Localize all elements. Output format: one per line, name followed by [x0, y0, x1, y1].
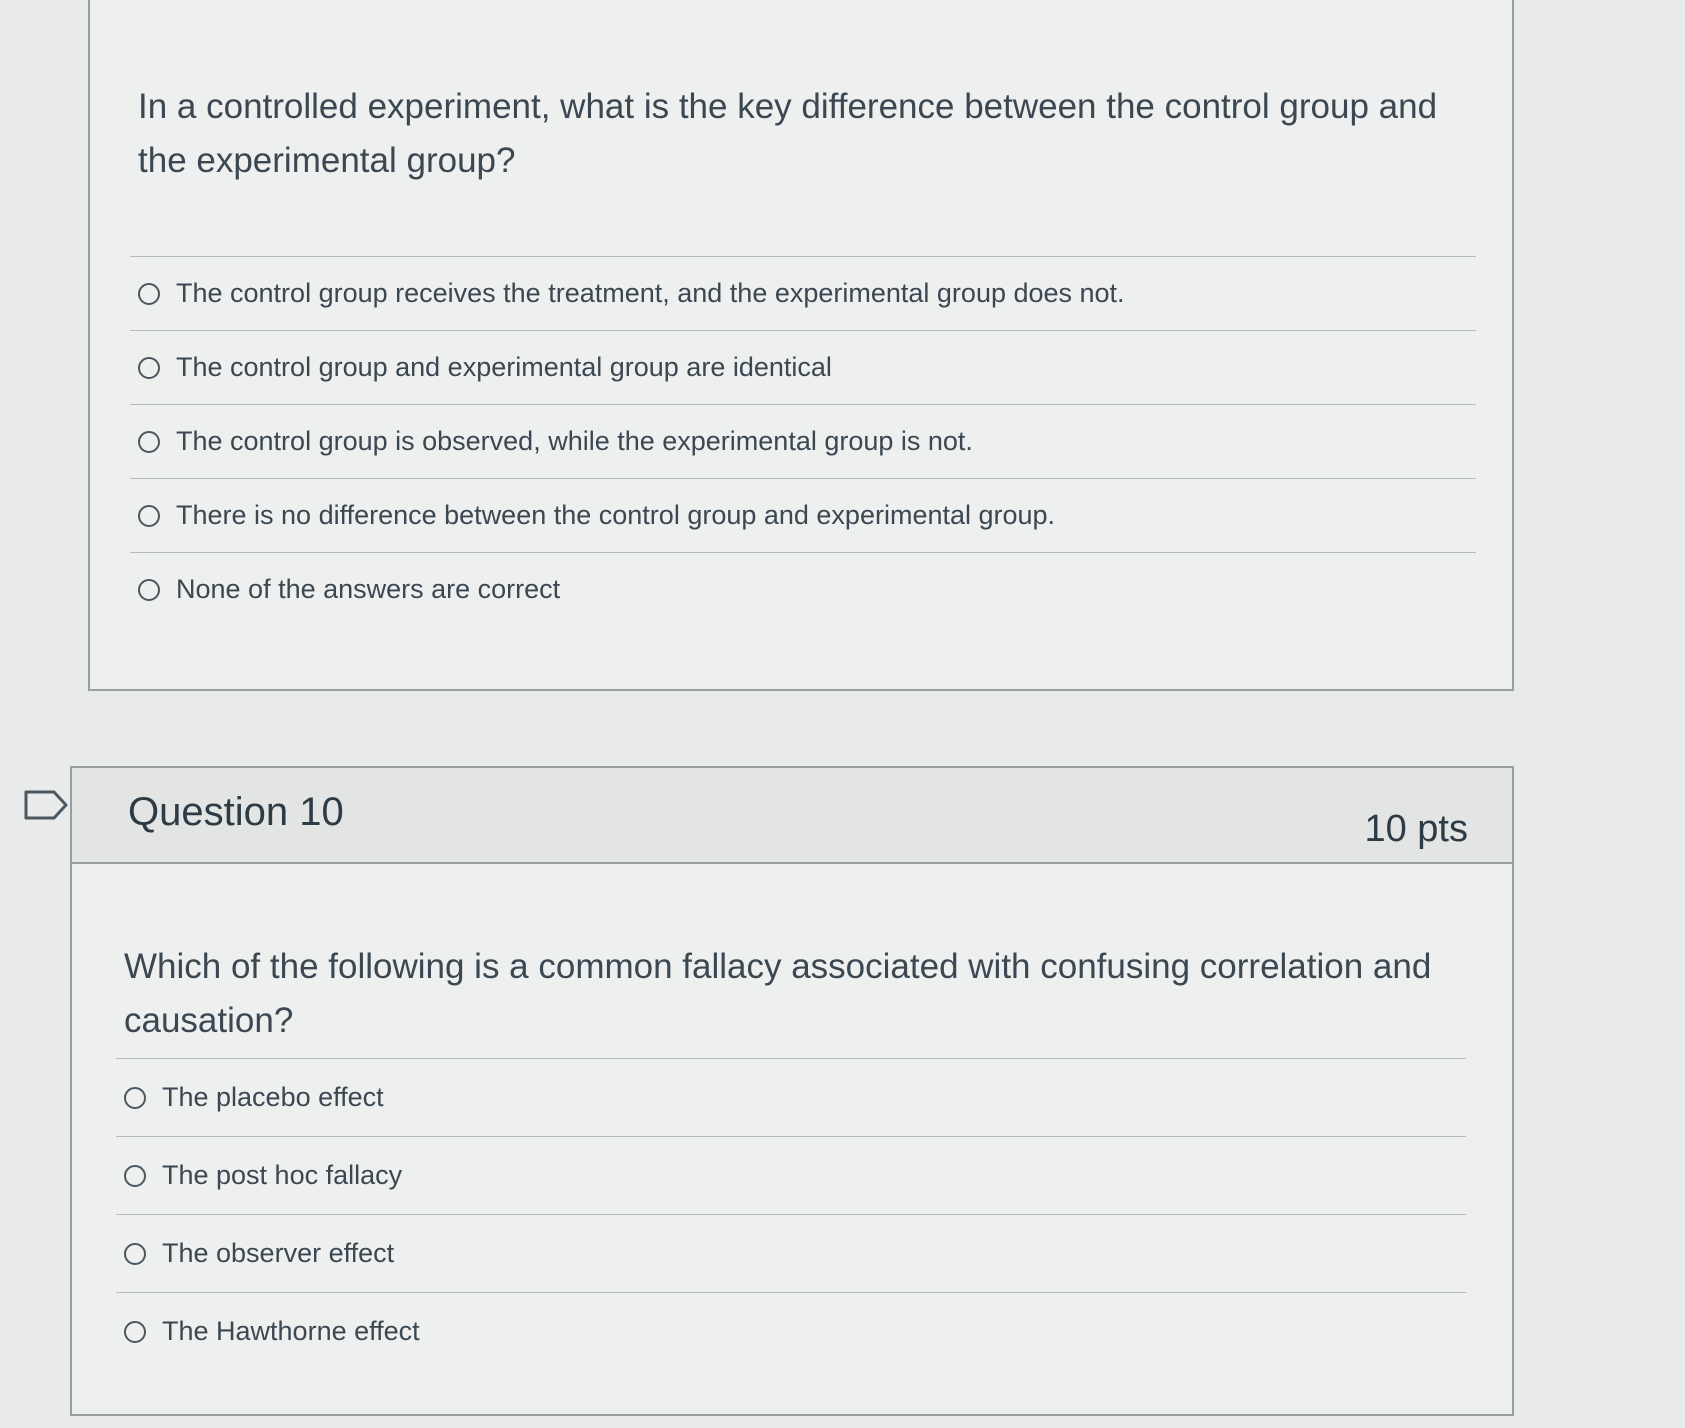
answer-label: There is no difference between the contr… — [176, 500, 1056, 530]
answer-option[interactable]: There is no difference between the contr… — [130, 478, 1476, 552]
answer-option[interactable]: The observer effect — [116, 1214, 1466, 1292]
answer-option[interactable]: The placebo effect — [116, 1058, 1466, 1136]
question-9-card: In a controlled experiment, what is the … — [88, 0, 1514, 691]
answer-label: The control group is observed, while the… — [176, 426, 973, 456]
question-9-text: In a controlled experiment, what is the … — [138, 87, 1438, 180]
question-10-answers: The placebo effect The post hoc fallacy … — [116, 1058, 1466, 1370]
question-points: 10 pts — [1364, 808, 1468, 850]
radio-button[interactable] — [138, 430, 160, 453]
question-9-answers: The control group receives the treatment… — [130, 256, 1476, 626]
radio-button[interactable] — [138, 578, 160, 601]
answer-label: None of the answers are correct — [176, 574, 561, 604]
answer-option[interactable]: None of the answers are correct — [130, 552, 1476, 626]
answer-label: The control group and experimental group… — [176, 352, 832, 382]
answer-label: The post hoc fallacy — [162, 1160, 403, 1190]
radio-button[interactable] — [124, 1164, 146, 1187]
answer-option[interactable]: The post hoc fallacy — [116, 1136, 1466, 1214]
answer-label: The control group receives the treatment… — [176, 278, 1125, 308]
question-10-card: Question 10 10 pts Which of the followin… — [70, 766, 1514, 1416]
question-header: Question 10 10 pts — [72, 768, 1512, 864]
question-title: Question 10 — [128, 790, 344, 834]
answer-option[interactable]: The control group receives the treatment… — [130, 256, 1476, 330]
radio-button[interactable] — [138, 356, 160, 379]
flag-question-icon[interactable] — [24, 790, 68, 820]
answer-label: The observer effect — [162, 1238, 395, 1268]
radio-button[interactable] — [138, 282, 160, 305]
radio-button[interactable] — [138, 504, 160, 527]
answer-option[interactable]: The control group and experimental group… — [130, 330, 1476, 404]
answer-option[interactable]: The control group is observed, while the… — [130, 404, 1476, 478]
answer-label: The placebo effect — [162, 1082, 384, 1112]
radio-button[interactable] — [124, 1242, 146, 1265]
radio-button[interactable] — [124, 1086, 146, 1109]
question-10-text: Which of the following is a common falla… — [124, 947, 1432, 1040]
radio-button[interactable] — [124, 1320, 146, 1343]
answer-label: The Hawthorne effect — [162, 1316, 420, 1346]
answer-option[interactable]: The Hawthorne effect — [116, 1292, 1466, 1370]
